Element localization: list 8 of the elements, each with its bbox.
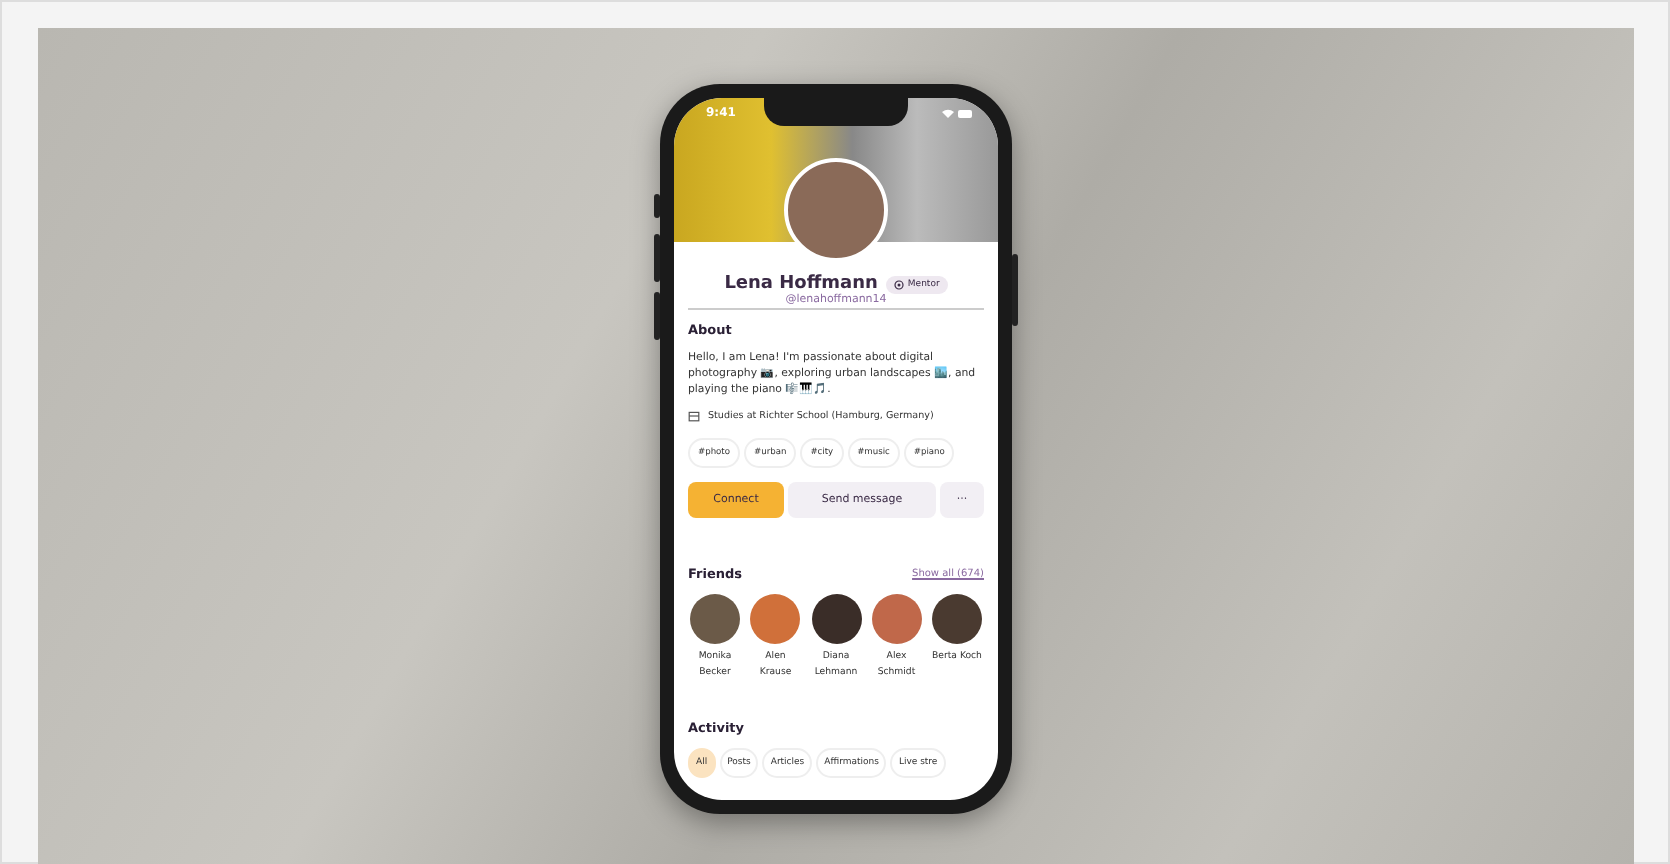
- notch: [764, 98, 908, 126]
- friend-avatar[interactable]: [811, 594, 861, 645]
- badge-icon: [893, 279, 904, 289]
- profile-name: Lena Hoffmann: [724, 274, 878, 294]
- friend-avatar[interactable]: [932, 594, 982, 645]
- friend-avatar[interactable]: [690, 594, 740, 645]
- school-icon: [688, 410, 700, 423]
- avatar-placeholder: [784, 158, 888, 262]
